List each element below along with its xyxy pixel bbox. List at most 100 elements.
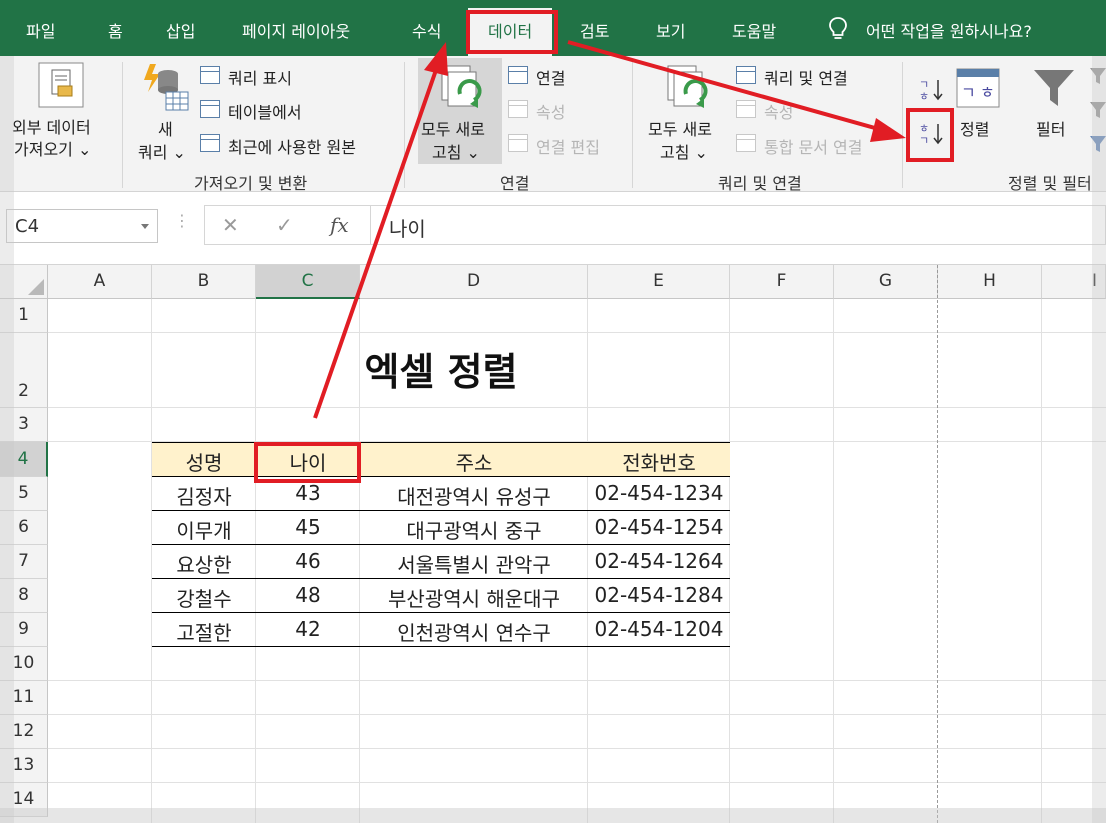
cancel-icon[interactable]: ✕ [222,213,239,237]
edit-links-icon [508,134,528,152]
show-queries-button[interactable]: 쿼리 표시 [228,65,292,89]
table-cell[interactable]: 02-454-1204 [588,613,730,647]
more-dots-icon: ⋮ [174,211,190,230]
table-cell[interactable]: 강철수 [152,579,256,613]
column-header-d[interactable]: D [360,265,588,299]
gridline [48,714,1106,715]
sort-ascending-icon[interactable]: ㄱ ㅎ [918,76,944,102]
workbook-links-button[interactable]: 통합 문서 연결 [764,134,863,158]
table-cell[interactable]: 이무개 [152,511,256,545]
group-label-get-transform: 가져오기 및 변환 [194,174,308,193]
properties2-button[interactable]: 속성 [764,99,793,123]
group-label-connections: 연결 [500,174,530,193]
table-cell[interactable]: 45 [256,511,360,545]
refresh-all-label2[interactable]: 고침 ⌄ [432,139,480,163]
tab-view[interactable]: 보기 [656,18,685,42]
gridline [48,782,1106,783]
table-cell[interactable]: 부산광역시 해운대구 [360,579,588,613]
table-cell[interactable]: 42 [256,613,360,647]
properties-button[interactable]: 속성 [536,99,565,123]
filter-button[interactable]: 필터 [1036,116,1065,140]
new-query-label1[interactable]: 새 [158,116,173,140]
group-label-sort-filter: 정렬 및 필터 [1008,174,1092,193]
filter-icon [1034,70,1074,106]
queries-connections-button[interactable]: 쿼리 및 연결 [764,65,848,89]
table-cell[interactable]: 48 [256,579,360,613]
header-phone[interactable]: 전화번호 [588,442,730,477]
table-cell[interactable]: 서울특별시 관악구 [360,545,588,579]
gridline [1041,299,1042,823]
table-cell[interactable]: 02-454-1234 [588,477,730,511]
properties-icon [508,100,528,118]
recent-sources-button[interactable]: 최근에 사용한 원본 [228,134,356,158]
table-cell[interactable]: 02-454-1284 [588,579,730,613]
tab-review[interactable]: 검토 [580,18,609,42]
table-cell[interactable]: 김정자 [152,477,256,511]
group-label-queries: 쿼리 및 연결 [718,174,802,193]
tab-home[interactable]: 홈 [108,18,123,42]
screen-frame [0,808,1106,823]
insert-function-icon[interactable]: fx [330,213,349,237]
gridline [48,680,1106,681]
connections-icon [508,66,528,84]
table-icon [200,100,220,118]
tell-me-search[interactable]: 어떤 작업을 원하시나요? [866,18,1032,42]
tab-formulas[interactable]: 수식 [412,18,441,42]
external-data-icon [38,62,84,108]
show-queries-icon [200,66,220,84]
table-cell[interactable]: 대구광역시 중구 [360,511,588,545]
column-header-h[interactable]: H [938,265,1042,299]
svg-text:ㅎ: ㅎ [980,83,995,102]
sort-button[interactable]: 정렬 [960,116,989,140]
edit-links-button[interactable]: 연결 편집 [536,134,600,158]
refresh-all-label1[interactable]: 모두 새로 [421,116,485,140]
highlight-age-cell [254,442,361,483]
lightbulb-icon [829,17,847,39]
group-separator [122,62,123,188]
table-cell[interactable]: 요상한 [152,545,256,579]
refresh-all2-label1[interactable]: 모두 새로 [648,116,712,140]
tab-help[interactable]: 도움말 [732,18,776,42]
refresh-all2-label2[interactable]: 고침 ⌄ [660,139,708,163]
enter-icon[interactable]: ✓ [276,213,293,237]
group-separator [902,62,903,188]
formula-input[interactable]: 나이 [370,205,1106,245]
table-cell[interactable]: 인천광역시 연수구 [360,613,588,647]
page-break-line [937,265,938,823]
screen-frame [0,56,14,823]
new-query-icon [144,64,189,111]
header-name[interactable]: 성명 [152,442,256,477]
sheet-title[interactable]: 엑셀 정렬 [152,333,730,408]
sort-dialog-icon: ㄱ ㅎ [956,68,1000,108]
group-separator [404,62,405,188]
column-header-b[interactable]: B [152,265,256,299]
from-table-button[interactable]: 테이블에서 [228,99,302,123]
table-cell[interactable]: 고절한 [152,613,256,647]
tab-insert[interactable]: 삽입 [166,18,195,42]
external-data-label2[interactable]: 가져오기 ⌄ [14,136,91,160]
screen-frame [1092,56,1106,823]
table-cell[interactable]: 46 [256,545,360,579]
table-cell[interactable]: 02-454-1264 [588,545,730,579]
table-cell[interactable]: 대전광역시 유성구 [360,477,588,511]
column-header-e[interactable]: E [588,265,730,299]
connections-button[interactable]: 연결 [536,65,565,89]
external-data-label1[interactable]: 외부 데이터 [12,114,91,138]
tab-page-layout[interactable]: 페이지 레이아웃 [242,18,350,42]
table-cell[interactable]: 02-454-1254 [588,511,730,545]
workbook-links-icon [736,134,756,152]
name-box[interactable]: C4 [6,209,158,243]
group-separator [632,62,633,188]
gridline [48,748,1106,749]
name-box-value: C4 [15,216,40,237]
header-address[interactable]: 주소 [360,442,588,477]
column-header-a[interactable]: A [48,265,152,299]
highlight-data-tab [466,10,558,54]
column-header-c[interactable]: C [256,265,360,299]
new-query-label2[interactable]: 쿼리 ⌄ [138,139,186,163]
tab-file[interactable]: 파일 [26,18,55,42]
chevron-down-icon[interactable] [141,224,149,229]
column-header-f[interactable]: F [730,265,834,299]
highlight-sort-descending [906,108,954,162]
column-header-g[interactable]: G [834,265,938,299]
